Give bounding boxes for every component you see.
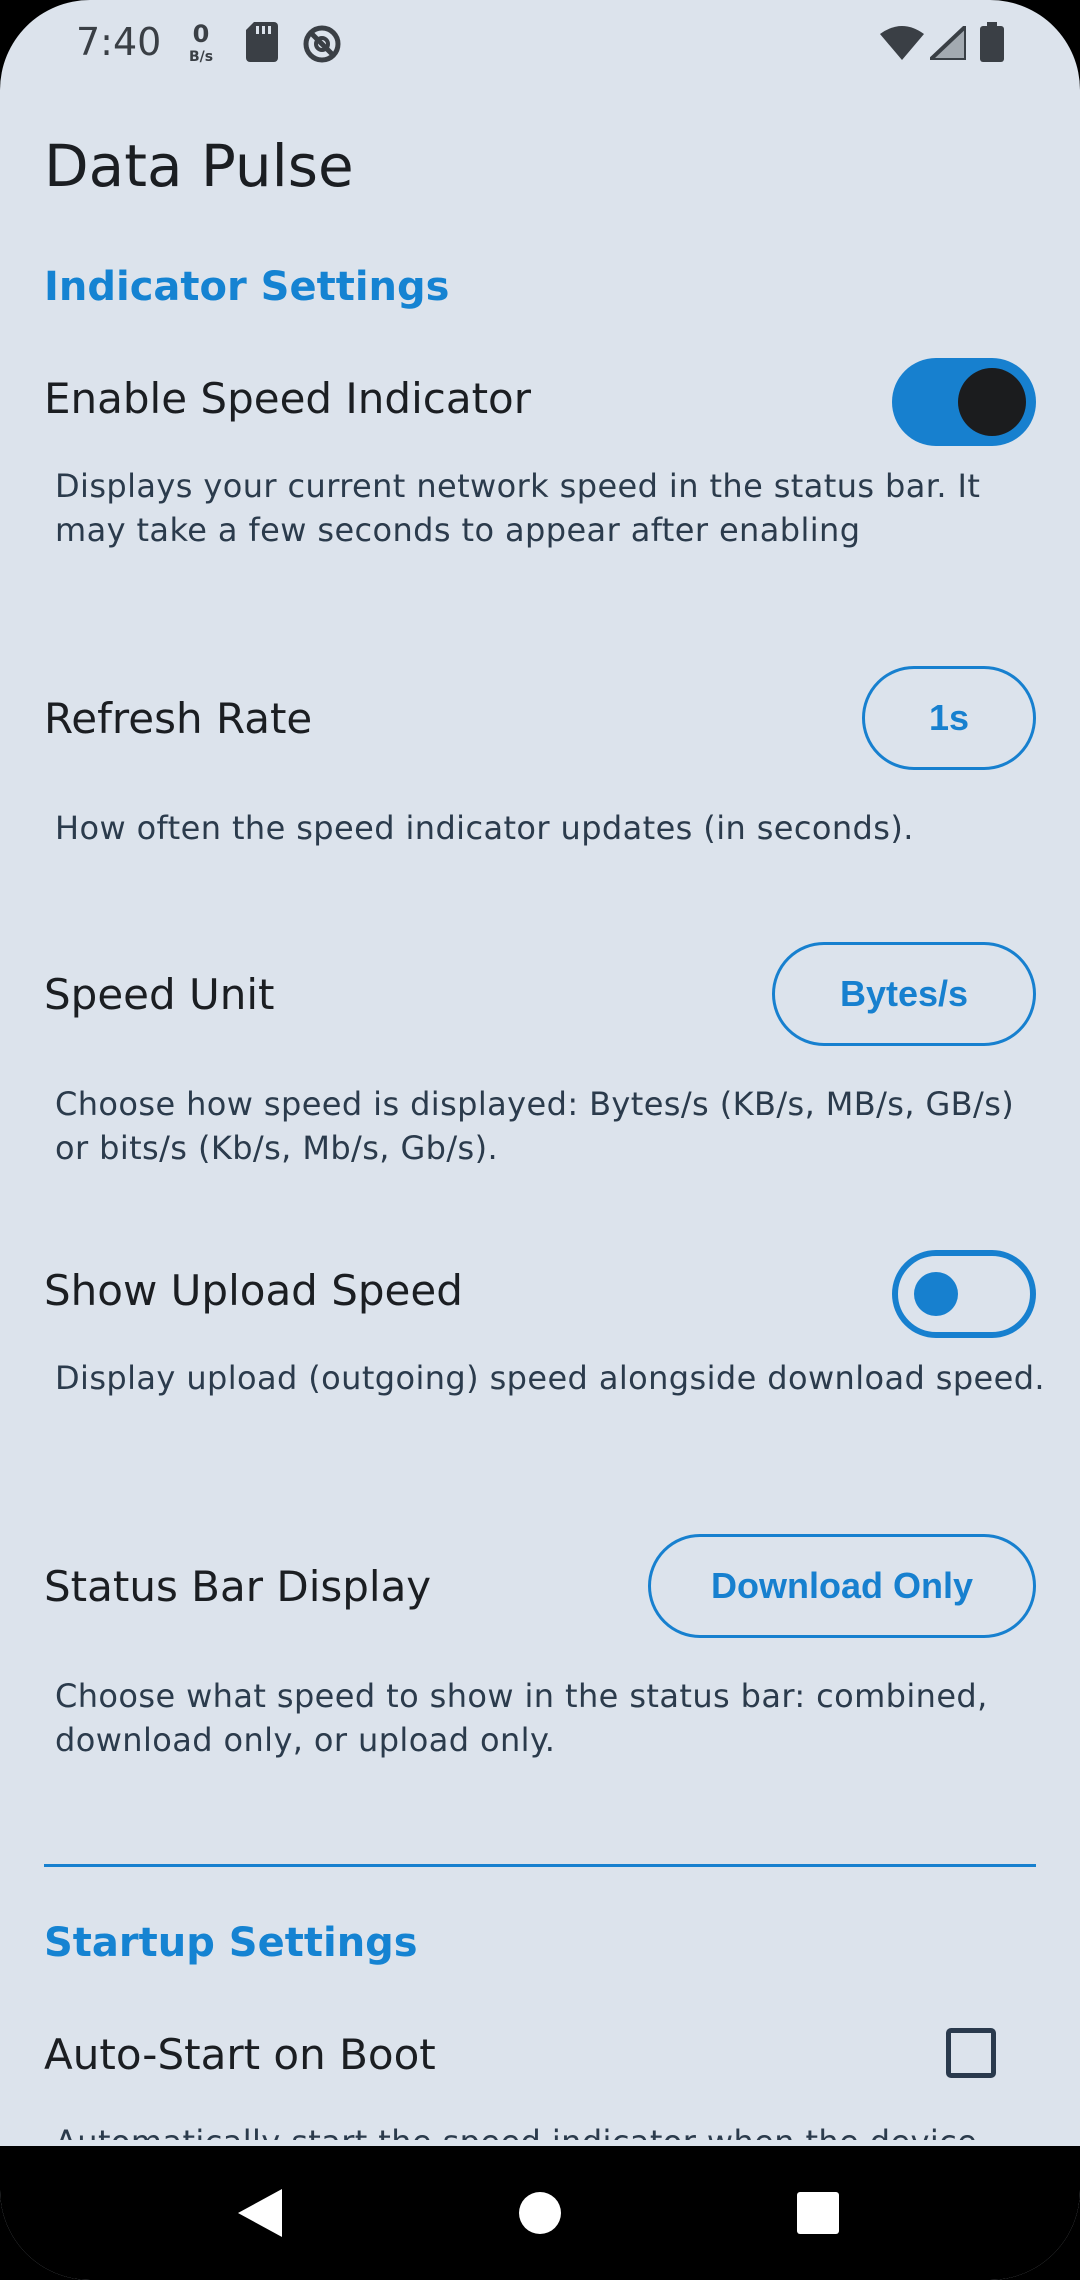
refresh-rate-title[interactable]: Refresh Rate [44,694,312,743]
recents-icon[interactable] [768,2146,868,2280]
enable-speed-indicator-summary: Displays your current network speed in t… [55,467,981,549]
section-header-startup: Startup Settings [44,1920,418,1966]
show-upload-speed-summary: Display upload (outgoing) speed alongsid… [55,1359,1046,1397]
status-time: 7:40 [76,20,162,64]
sd-card-icon [246,22,278,66]
status-bar: 7:40 0 B/s [0,0,1080,90]
speed-unit-button[interactable]: Bytes/s [772,942,1036,1046]
section-divider [44,1864,1036,1867]
refresh-rate-button[interactable]: 1s [862,666,1036,770]
status-bar-display-summary: Choose what speed to show in the status … [55,1677,988,1759]
screen: 7:40 0 B/s Data Pulse Indicator Settings… [0,0,1080,2280]
section-header-indicator: Indicator Settings [44,264,450,310]
switch-knob [914,1272,958,1316]
speed-unit-summary: Choose how speed is displayed: Bytes/s (… [55,1085,1015,1167]
switch-knob [958,368,1026,436]
page-title: Data Pulse [44,132,354,200]
status-speed-value: 0 [192,20,210,48]
navigation-bar [0,2146,1080,2280]
auto-start-checkbox[interactable] [946,2028,996,2078]
settings-content[interactable]: Data Pulse Indicator Settings Enable Spe… [0,90,1080,2140]
wifi-icon [880,26,924,64]
refresh-rate-summary: How often the speed indicator updates (i… [55,809,914,847]
home-icon[interactable] [490,2146,590,2280]
status-bar-display-title[interactable]: Status Bar Display [44,1562,431,1611]
speed-unit-title[interactable]: Speed Unit [44,970,275,1019]
battery-icon [980,22,1004,66]
enable-speed-indicator-switch[interactable] [892,358,1036,446]
status-speed-unit: B/s [188,49,214,65]
no-sync-icon [302,24,342,68]
cell-signal-icon [924,21,968,64]
auto-start-summary: Automatically start the speed indicator … [55,2120,1045,2140]
enable-speed-indicator-title[interactable]: Enable Speed Indicator [44,374,531,423]
status-speed-indicator: 0 B/s [186,22,216,64]
back-icon[interactable] [210,2146,310,2280]
show-upload-speed-title[interactable]: Show Upload Speed [44,1266,463,1315]
show-upload-speed-switch[interactable] [892,1250,1036,1338]
status-bar-display-button[interactable]: Download Only [648,1534,1036,1638]
auto-start-title[interactable]: Auto-Start on Boot [44,2030,436,2079]
